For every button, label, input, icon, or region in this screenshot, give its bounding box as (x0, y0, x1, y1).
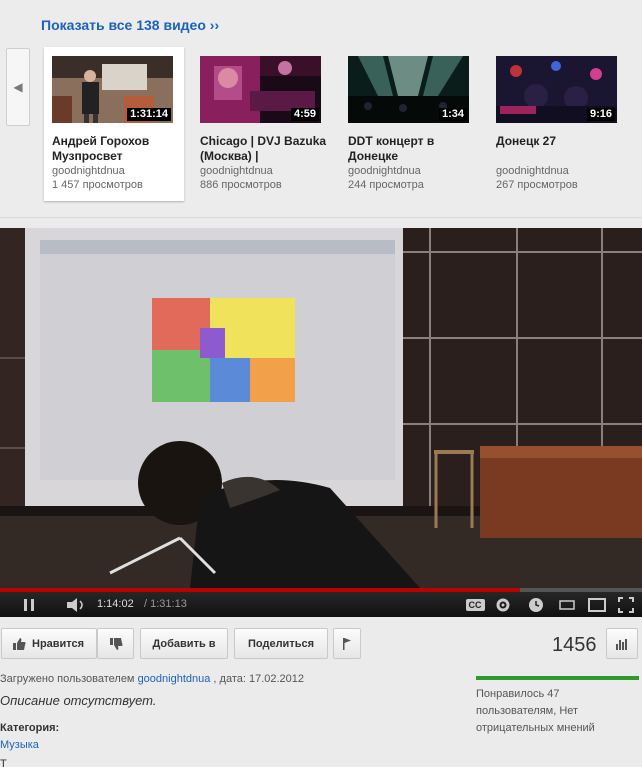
like-button[interactable]: Нравится (1, 628, 97, 659)
video-player[interactable]: 1:14:02 / 1:31:13 CC (0, 228, 642, 617)
thumbs-down-icon (109, 637, 122, 650)
view-count: 1456 (552, 634, 597, 656)
clock-icon (529, 597, 543, 612)
show-all-videos-link[interactable]: Показать все 138 видео ›› (41, 17, 219, 33)
uploader-link[interactable]: goodnightdnua (138, 673, 211, 685)
upload-info: Загружено пользователем goodnightdnua , … (0, 673, 304, 685)
large-player-button[interactable] (586, 592, 608, 617)
cc-icon: CC (465, 598, 485, 611)
small-player-button[interactable] (556, 592, 578, 617)
card-author: goodnightdnua (496, 165, 569, 177)
speaker-icon (67, 597, 83, 612)
card-title[interactable]: DDT концерт в Донецке (348, 134, 476, 164)
fullscreen-button[interactable] (614, 592, 638, 617)
card-views: 1 457 просмотров (52, 179, 143, 191)
video-thumbnail[interactable]: 1:34 (348, 56, 469, 123)
video-thumbnail[interactable]: 9:16 (496, 56, 617, 123)
duration-badge: 4:59 (290, 108, 319, 121)
captions-button[interactable]: CC (462, 592, 488, 617)
card-title[interactable]: Chicago | DVJ Bazuka (Москва) | (200, 134, 328, 164)
card-views: 244 просмотра (348, 179, 424, 191)
duration-badge: 9:16 (586, 108, 615, 121)
add-to-button[interactable]: Добавить в (140, 628, 228, 659)
card-title[interactable]: Донецк 27 (496, 134, 624, 149)
playlist-card[interactable]: 1:34 DDT концерт в Донецке goodnightdnua… (340, 47, 480, 201)
total-duration: / 1:31:13 (144, 598, 187, 610)
card-author: goodnightdnua (52, 165, 125, 177)
playlist-card[interactable]: 9:16 Донецк 27 goodnightdnua 267 просмот… (488, 47, 628, 201)
bar-chart-icon (616, 638, 627, 650)
like-label: Нравится (32, 637, 85, 650)
video-frame[interactable] (0, 228, 642, 588)
chevron-left-icon: ◀ (13, 80, 23, 94)
share-button[interactable]: Поделиться (234, 628, 328, 659)
fullscreen-icon (618, 596, 634, 613)
card-author: goodnightdnua (200, 165, 273, 177)
truncated-text: Т (0, 758, 7, 767)
settings-button[interactable] (492, 592, 514, 617)
dislike-button[interactable] (97, 628, 134, 659)
current-time: 1:14:02 (97, 598, 134, 610)
thumbs-up-icon (13, 637, 26, 650)
small-player-icon (559, 599, 575, 610)
card-title[interactable]: Андрей Горохов Музпросвет (52, 134, 180, 164)
card-views: 886 просмотров (200, 179, 282, 191)
category-label: Категория: (0, 722, 60, 734)
flag-icon (343, 637, 351, 650)
pause-button[interactable] (14, 592, 44, 617)
large-player-icon (588, 597, 606, 612)
pause-icon (24, 598, 34, 611)
playlist-card[interactable]: 1:31:14 Андрей Горохов Музпросвет goodni… (44, 47, 184, 201)
statistics-button[interactable] (606, 628, 638, 659)
watch-later-button[interactable] (524, 592, 548, 617)
upload-date: , дата: 17.02.2012 (213, 673, 305, 685)
like-summary: Понравилось 47 пользователям, Нет отрица… (476, 688, 595, 734)
card-views: 267 просмотров (496, 179, 578, 191)
uploaded-prefix: Загружено пользователем (0, 673, 135, 685)
share-label: Поделиться (247, 637, 315, 650)
category-link[interactable]: Музыка (0, 739, 39, 751)
like-ratio-bar (476, 676, 639, 680)
player-controls: 1:14:02 / 1:31:13 CC (0, 588, 642, 617)
description: Описание отсутствует. (0, 693, 157, 708)
playlist-strip: Показать все 138 видео ›› ◀ 1:31:14 Андр… (0, 0, 642, 218)
add-to-label: Добавить в (152, 637, 216, 650)
strip-prev-button[interactable]: ◀ (6, 48, 30, 126)
video-thumbnail[interactable]: 1:31:14 (52, 56, 173, 123)
playlist-card[interactable]: 4:59 Chicago | DVJ Bazuka (Москва) | goo… (192, 47, 332, 201)
duration-badge: 1:31:14 (127, 108, 171, 121)
video-image (0, 228, 642, 588)
gear-icon (496, 598, 510, 611)
volume-button[interactable] (62, 592, 90, 617)
duration-badge: 1:34 (438, 108, 467, 121)
video-thumbnail[interactable]: 4:59 (200, 56, 321, 123)
flag-button[interactable] (333, 628, 361, 659)
card-author: goodnightdnua (348, 165, 421, 177)
